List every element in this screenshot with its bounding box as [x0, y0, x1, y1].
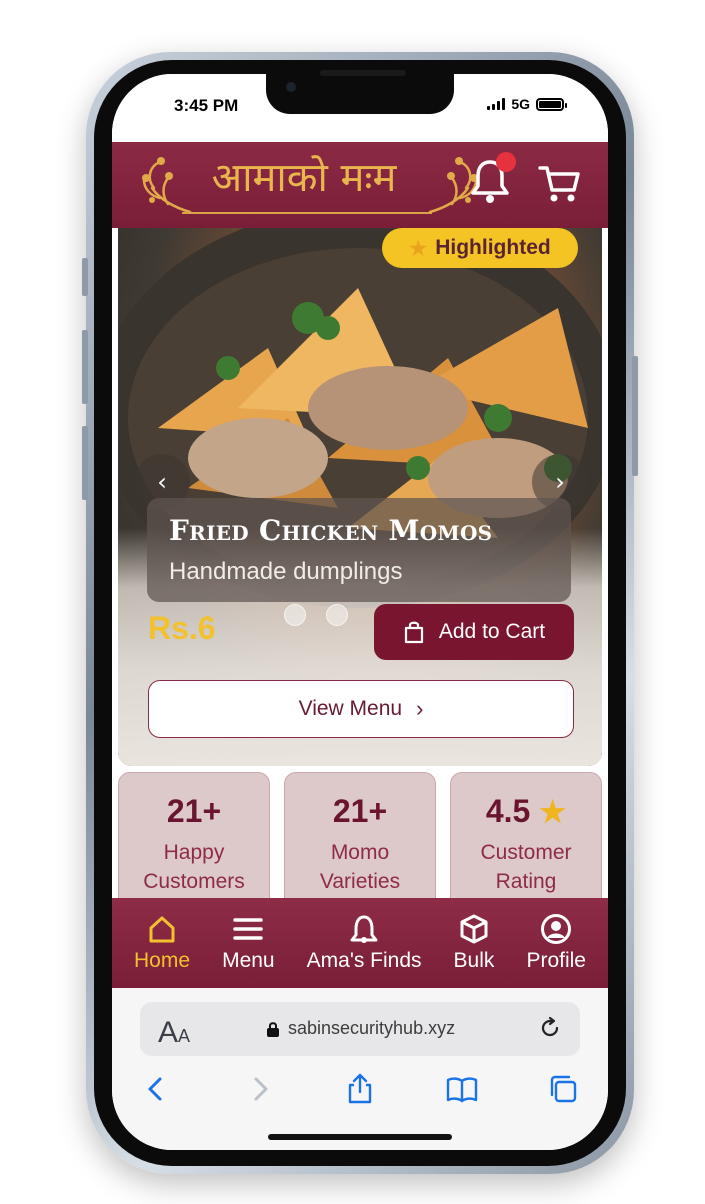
add-to-cart-label: Add to Cart: [438, 620, 546, 643]
logo-underline: [182, 212, 432, 214]
status-indicators: 5G: [487, 96, 567, 112]
network-label: 5G: [511, 96, 530, 112]
chevron-left-icon: ‹: [157, 468, 167, 496]
tabs-icon[interactable]: [546, 1072, 580, 1106]
hero-carousel[interactable]: ★ Highlighted ‹ › Fried Chicken Momos Ha…: [118, 228, 602, 766]
phone-screen: 3:45 PM 5G आमाको मःम ★ Highlighted ‹ › F…: [112, 74, 608, 1150]
stat-label: Momo Varieties: [319, 841, 401, 893]
nav-label: Profile: [526, 949, 586, 972]
phone-notch: [266, 70, 454, 114]
nav-item-home[interactable]: Home: [134, 913, 190, 973]
mute-switch: [82, 258, 88, 296]
status-time: 3:45 PM: [174, 96, 239, 115]
home-indicator[interactable]: [268, 1134, 452, 1140]
cart-icon[interactable]: [536, 160, 582, 206]
url-text: sabinsecurityhub.xyz: [288, 1018, 456, 1038]
nav-item-profile[interactable]: Profile: [526, 913, 586, 973]
back-icon[interactable]: [140, 1072, 174, 1106]
nav-label: Home: [134, 949, 191, 972]
forward-icon[interactable]: [242, 1072, 276, 1106]
product-title: Fried Chicken Momos: [169, 514, 493, 547]
highlighted-badge-label: Highlighted: [435, 236, 551, 259]
carousel-dot[interactable]: [326, 604, 348, 626]
stat-label: Customer Rating: [480, 841, 572, 893]
battery-icon: [536, 97, 567, 111]
volume-up-button: [82, 330, 88, 404]
star-icon: ★: [409, 237, 428, 260]
product-subtitle: Handmade dumplings: [169, 558, 403, 585]
reload-icon[interactable]: [538, 1016, 562, 1040]
shopping-bag-icon: [404, 621, 423, 644]
share-icon[interactable]: [343, 1072, 377, 1106]
app-header: आमाको मःम: [112, 142, 608, 228]
nav-label: Ama's Finds: [306, 949, 422, 972]
stat-value: 4.5 ★: [485, 793, 567, 829]
slide-caption: Fried Chicken Momos Handmade dumplings: [147, 498, 571, 602]
lock-icon: [267, 1021, 279, 1037]
nav-label: Bulk: [453, 949, 495, 972]
stat-card-varieties: 21+ Momo Varieties: [284, 772, 436, 912]
power-button: [632, 356, 638, 476]
volume-down-button: [82, 426, 88, 500]
bottom-nav: Home Menu Ama's Finds Bulk Profile: [112, 898, 608, 988]
bookmarks-icon[interactable]: [445, 1072, 479, 1106]
stat-value: 21+: [166, 793, 222, 829]
box-icon: [460, 914, 488, 944]
chevron-right-icon: ›: [555, 468, 565, 496]
finds-icon: [350, 915, 378, 943]
stats-section: 21+ Happy Customers 21+ Momo Varieties 4.5…: [118, 772, 602, 912]
view-menu-button[interactable]: View Menu ›: [148, 680, 574, 738]
carousel-dot[interactable]: [284, 604, 306, 626]
nav-item-menu[interactable]: Menu: [222, 913, 275, 973]
url-bar[interactable]: AA sabinsecurityhub.xyz: [140, 1002, 580, 1056]
notification-badge: [496, 152, 516, 172]
stat-card-rating: 4.5 ★ Customer Rating: [450, 772, 602, 912]
menu-icon: [233, 918, 264, 940]
chevron-right-icon: ›: [416, 696, 424, 721]
text-size-button[interactable]: AA: [158, 1016, 190, 1050]
nav-item-bulk[interactable]: Bulk: [453, 913, 495, 973]
nav-label: Menu: [222, 949, 275, 972]
product-price: Rs.6: [148, 610, 216, 646]
stat-label: Happy Customers: [143, 841, 245, 893]
logo-text: आमाको मःम: [211, 155, 397, 201]
home-icon: [149, 916, 175, 943]
highlighted-badge: ★ Highlighted: [382, 228, 578, 268]
add-to-cart-button[interactable]: Add to Cart: [374, 604, 574, 660]
url-display[interactable]: sabinsecurityhub.xyz: [266, 1018, 455, 1039]
stat-card-customers: 21+ Happy Customers: [118, 772, 270, 912]
nav-item-finds[interactable]: Ama's Finds: [307, 913, 422, 973]
browser-toolbar: [112, 1072, 608, 1116]
view-menu-label: View Menu: [298, 697, 403, 720]
star-icon: ★: [539, 796, 567, 829]
brand-logo[interactable]: आमाको मःम: [138, 148, 478, 222]
browser-chrome: AA sabinsecurityhub.xyz: [112, 988, 608, 1150]
camera-icon: [286, 82, 296, 92]
profile-icon: [541, 914, 572, 944]
stat-value: 21+: [332, 793, 388, 829]
signal-icon: [487, 98, 506, 110]
